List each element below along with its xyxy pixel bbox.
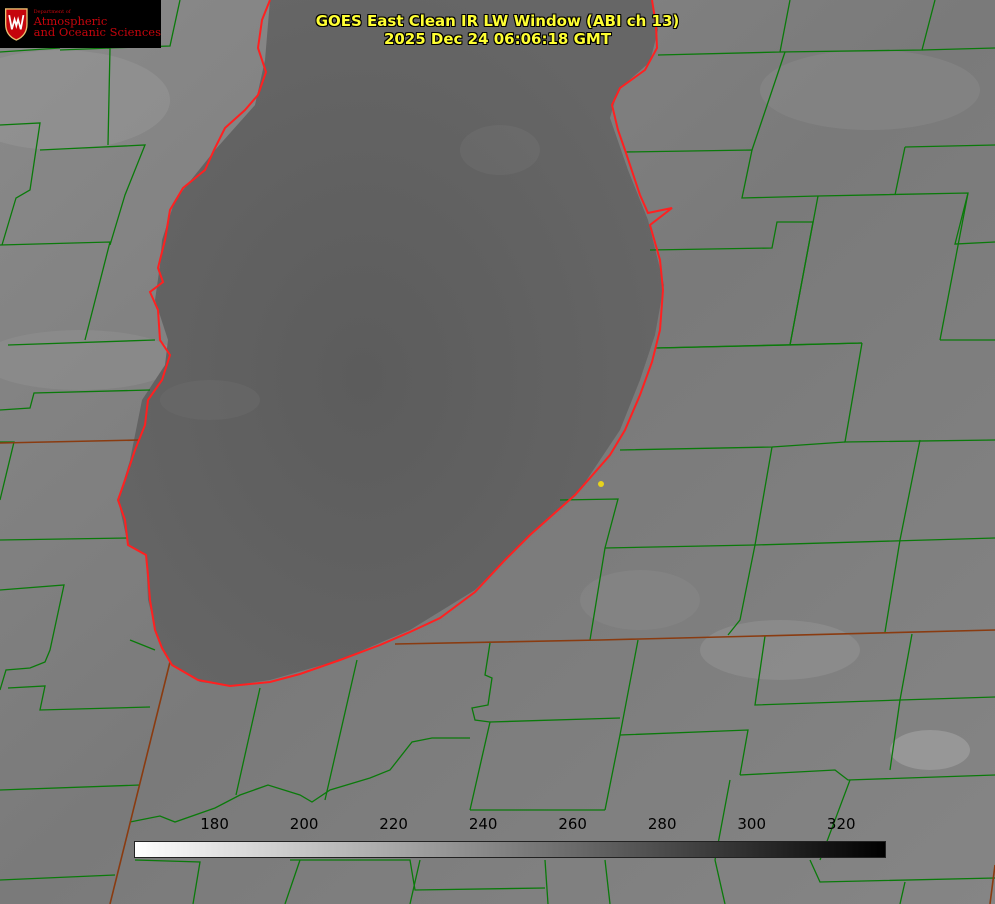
colorbar-tick-label: 260: [558, 815, 587, 833]
satellite-map: [0, 0, 995, 904]
colorbar-tick-label: 320: [826, 815, 856, 833]
colorbar-tick-label: 300: [737, 815, 767, 833]
map-title: GOES East Clean IR LW Window (ABI ch 13): [315, 12, 680, 30]
colorbar-tick-label: 280: [647, 815, 677, 833]
map-timestamp: 2025 Dec 24 06:06:18 GMT: [383, 30, 612, 48]
uw-crest-icon: [4, 8, 28, 41]
colorbar-tick-label: 220: [379, 815, 408, 833]
colorbar-tick-label: 240: [468, 815, 498, 833]
location-marker: [598, 481, 604, 487]
colorbar-tick-label: 180: [200, 815, 229, 833]
colorbar-tick-label: 200: [289, 815, 319, 833]
aos-logo: Department of Atmospheric and Oceanic Sc…: [0, 0, 161, 48]
colorbar: [134, 841, 886, 858]
logo-line2: and Oceanic Sciences: [33, 25, 161, 39]
